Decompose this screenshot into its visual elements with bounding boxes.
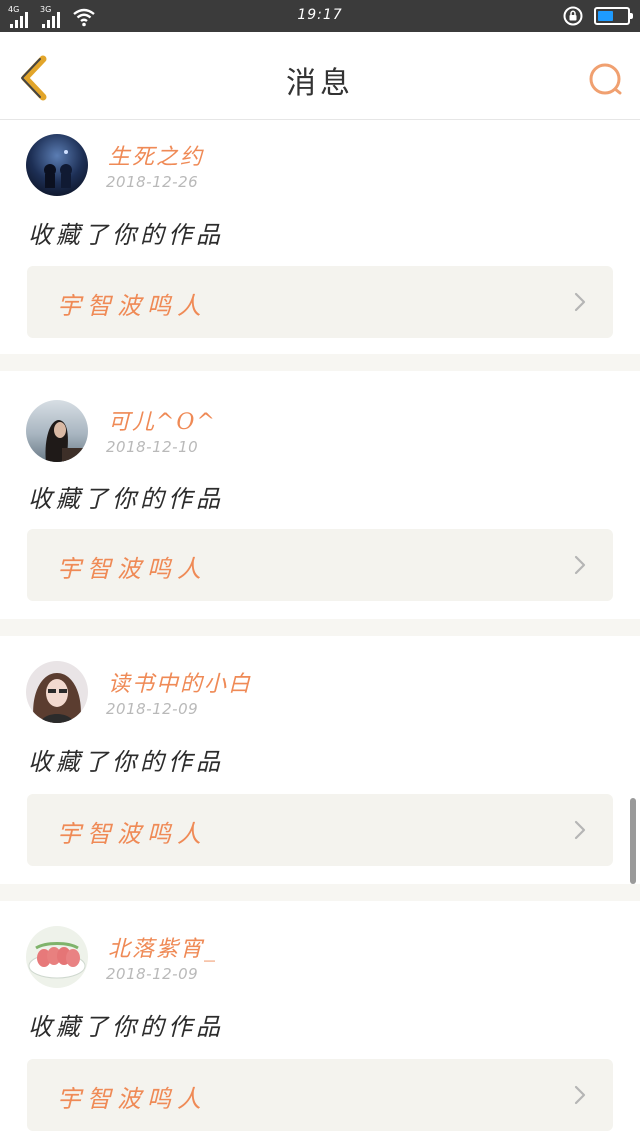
work-link[interactable]: 宇智波鸣人 <box>27 794 613 866</box>
message-date: 2018-12-09 <box>106 965 199 983</box>
work-title: 宇智波鸣人 <box>57 555 207 583</box>
message-card: 可儿^O^ 2018-12-10 收藏了你的作品 宇智波鸣人 <box>0 371 640 619</box>
card-divider <box>0 884 640 901</box>
rotation-lock-icon <box>563 6 583 26</box>
search-button[interactable] <box>586 60 626 100</box>
work-link[interactable]: 宇智波鸣人 <box>27 266 613 338</box>
username[interactable]: 可儿^O^ <box>108 404 217 436</box>
avatar[interactable] <box>26 134 88 196</box>
chevron-right-icon <box>574 1085 586 1105</box>
chevron-right-icon <box>574 820 586 840</box>
username[interactable]: 生死之约 <box>108 139 204 171</box>
message-date: 2018-12-09 <box>106 700 199 718</box>
message-card: 北落紫宵_ 2018-12-09 收藏了你的作品 宇智波鸣人 <box>0 901 640 1138</box>
message-action: 收藏了你的作品 <box>28 485 224 513</box>
message-action: 收藏了你的作品 <box>28 221 224 249</box>
card-divider <box>0 354 640 371</box>
message-card: 生死之约 2018-12-26 收藏了你的作品 宇智波鸣人 <box>0 121 640 354</box>
nav-bar: 消息 <box>0 32 640 120</box>
status-time: 19:17 <box>297 7 343 23</box>
search-icon <box>589 63 622 95</box>
card-divider <box>0 619 640 636</box>
work-link[interactable]: 宇智波鸣人 <box>27 529 613 601</box>
work-title: 宇智波鸣人 <box>57 1085 207 1113</box>
chevron-right-icon <box>574 292 586 312</box>
work-title: 宇智波鸣人 <box>57 292 207 320</box>
scrollbar[interactable] <box>630 798 636 884</box>
username[interactable]: 读书中的小白 <box>108 666 252 698</box>
status-bar: 4G 3G 19:17 <box>0 0 640 32</box>
username[interactable]: 北落紫宵_ <box>108 931 217 963</box>
page-title: 消息 <box>286 66 354 101</box>
avatar[interactable] <box>26 926 88 988</box>
message-action: 收藏了你的作品 <box>28 748 224 776</box>
message-card: 读书中的小白 2018-12-09 收藏了你的作品 宇智波鸣人 <box>0 636 640 884</box>
avatar[interactable] <box>26 661 88 723</box>
message-date: 2018-12-10 <box>106 438 199 456</box>
status-right <box>562 5 633 27</box>
chevron-right-icon <box>574 555 586 575</box>
work-link[interactable]: 宇智波鸣人 <box>27 1059 613 1131</box>
work-title: 宇智波鸣人 <box>57 820 207 848</box>
avatar[interactable] <box>26 400 88 462</box>
message-action: 收藏了你的作品 <box>28 1013 224 1041</box>
battery-level <box>598 11 613 21</box>
battery-icon <box>594 7 633 25</box>
message-date: 2018-12-26 <box>106 173 199 191</box>
message-list: 生死之约 2018-12-26 收藏了你的作品 宇智波鸣人 可儿^O^ 2018… <box>0 121 640 1138</box>
